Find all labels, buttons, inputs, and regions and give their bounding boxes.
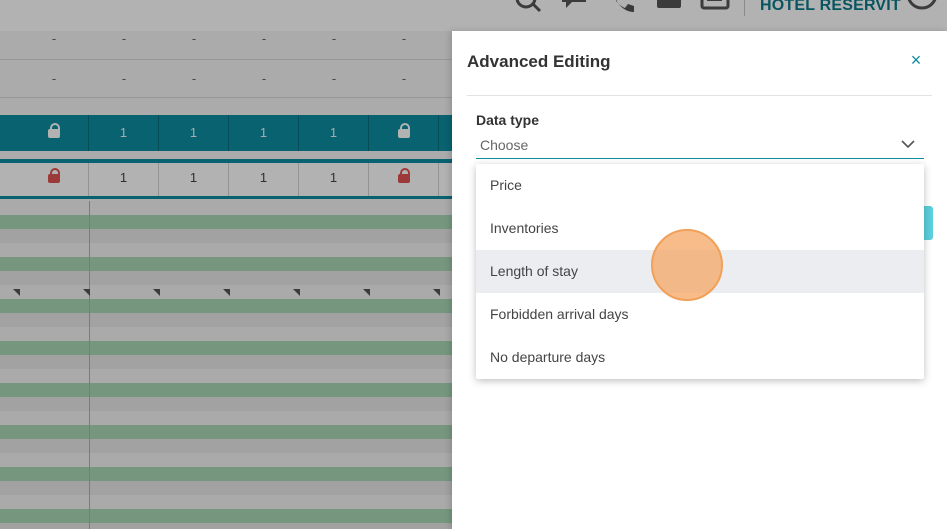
option-forbidden-arrival-days[interactable]: Forbidden arrival days [476,293,924,336]
data-type-label: Data type [476,112,540,128]
chevron-down-icon [901,140,915,149]
panel-title: Advanced Editing [467,52,611,71]
option-price[interactable]: Price [476,164,924,207]
data-type-select[interactable]: Choose [476,134,924,159]
click-indicator [651,229,723,301]
option-no-departure-days[interactable]: No departure days [476,336,924,379]
close-button[interactable]: × [907,51,925,69]
select-value: Choose [480,137,529,153]
panel-divider [467,95,932,96]
panel-action-edge[interactable] [924,206,933,240]
